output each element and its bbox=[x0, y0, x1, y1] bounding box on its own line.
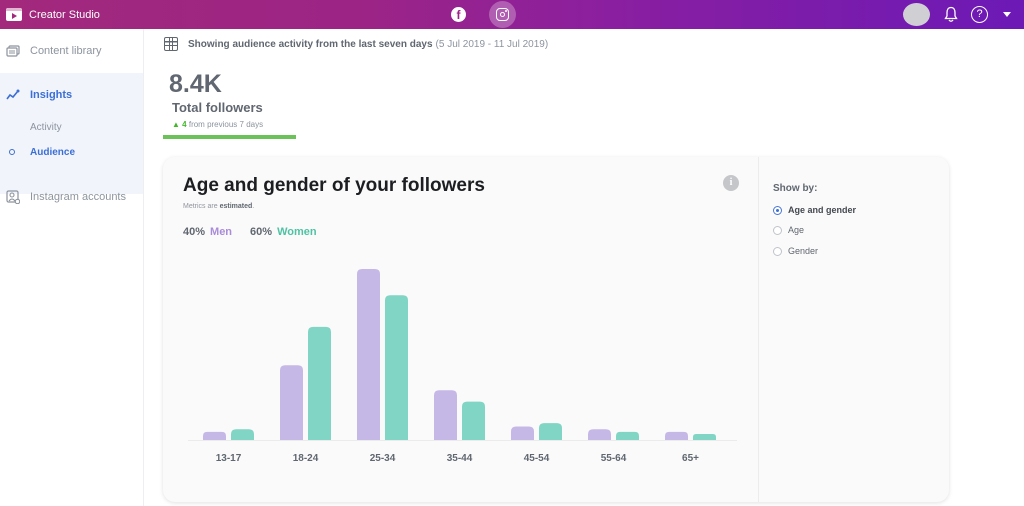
age-gender-card: Age and gender of your followers Metrics… bbox=[163, 157, 949, 502]
x-tick-label: 18-24 bbox=[293, 453, 319, 464]
bar-women-35-44[interactable] bbox=[462, 401, 485, 440]
bar-women-25-34[interactable] bbox=[385, 295, 408, 440]
followers-delta: ▲ 4 from previous 7 days bbox=[172, 120, 263, 129]
card-divider bbox=[758, 157, 759, 502]
sidebar: Content library Insights Activity Audien… bbox=[0, 29, 144, 506]
calendar-icon[interactable] bbox=[164, 37, 178, 51]
date-range: (5 Jul 2019 - 11 Jul 2019) bbox=[435, 38, 549, 50]
bar-women-18-24[interactable] bbox=[308, 326, 331, 440]
bar-women-13-17[interactable] bbox=[231, 429, 254, 440]
bar-men-45-54[interactable] bbox=[511, 426, 534, 440]
radio-selected[interactable] bbox=[773, 205, 782, 215]
total-followers-value: 8.4K bbox=[169, 70, 222, 98]
instagram-accounts-icon bbox=[6, 190, 20, 204]
sidebar-item-label: Insights bbox=[30, 89, 73, 101]
help-icon[interactable]: ? bbox=[971, 6, 988, 23]
instagram-icon[interactable] bbox=[489, 1, 516, 28]
bell-icon[interactable] bbox=[943, 6, 959, 23]
sidebar-item-label: Content library bbox=[30, 45, 102, 57]
creator-studio-logo-icon bbox=[6, 8, 22, 21]
sidebar-item-insights[interactable]: Insights bbox=[0, 88, 143, 102]
radio-label: Gender bbox=[788, 246, 819, 256]
caret-down-icon[interactable] bbox=[1003, 12, 1011, 17]
x-tick-label: 35-44 bbox=[447, 453, 473, 464]
x-tick-label: 55-64 bbox=[601, 453, 627, 464]
sidebar-item-label: Instagram accounts bbox=[30, 191, 126, 203]
radio-label: Age bbox=[788, 225, 805, 235]
bar-men-55-64[interactable] bbox=[588, 429, 611, 440]
sidebar-item-audience[interactable]: Audience bbox=[0, 145, 143, 159]
top-bar: Creator Studio f ? bbox=[0, 0, 1024, 29]
show-by-gender[interactable]: Gender bbox=[773, 246, 818, 256]
facebook-icon[interactable]: f bbox=[451, 7, 466, 22]
sidebar-item-content-library[interactable]: Content library bbox=[0, 44, 143, 58]
age-gender-bar-chart: 13-17 18-24 25-34 35-44 45-54 55-64 65+ bbox=[188, 269, 737, 464]
x-tick-label: 25-34 bbox=[370, 453, 396, 464]
bar-women-65+[interactable] bbox=[693, 433, 716, 440]
bar-men-65+[interactable] bbox=[665, 431, 688, 440]
show-by-label: Show by: bbox=[773, 183, 818, 194]
insights-icon bbox=[6, 89, 20, 100]
bar-men-25-34[interactable] bbox=[357, 269, 380, 440]
content-library-icon bbox=[6, 45, 20, 57]
delta-text: from previous 7 days bbox=[188, 120, 264, 129]
radio-label: Age and gender bbox=[788, 205, 857, 215]
sidebar-item-label: Activity bbox=[30, 121, 62, 133]
radio-unselected[interactable] bbox=[773, 225, 782, 235]
sidebar-item-activity[interactable]: Activity bbox=[0, 120, 143, 134]
sidebar-item-instagram-accounts[interactable]: Instagram accounts bbox=[0, 190, 143, 204]
date-description: Showing audience activity from the last … bbox=[188, 38, 433, 50]
arrow-up-icon: ▲ bbox=[172, 120, 180, 129]
show-by-age[interactable]: Age bbox=[773, 225, 804, 235]
x-tick-label: 65+ bbox=[682, 453, 699, 464]
kpi-accent-bar bbox=[163, 135, 296, 139]
bar-men-35-44[interactable] bbox=[434, 390, 457, 440]
date-range-row: Showing audience activity from the last … bbox=[164, 37, 548, 51]
x-tick-label: 45-54 bbox=[524, 453, 550, 464]
avatar[interactable] bbox=[903, 3, 930, 26]
bar-men-18-24[interactable] bbox=[280, 365, 303, 440]
show-by-age-and-gender[interactable]: Age and gender bbox=[773, 205, 856, 215]
x-tick-label: 13-17 bbox=[216, 453, 242, 464]
radio-unselected[interactable] bbox=[773, 246, 782, 256]
app-title: Creator Studio bbox=[29, 8, 100, 21]
total-followers-label: Total followers bbox=[172, 100, 263, 115]
bar-men-13-17[interactable] bbox=[203, 431, 226, 440]
brand[interactable]: Creator Studio bbox=[6, 8, 100, 21]
bar-women-45-54[interactable] bbox=[539, 423, 562, 440]
sidebar-item-label: Audience bbox=[30, 146, 76, 158]
delta-value: 4 bbox=[182, 120, 187, 129]
active-dot-icon bbox=[9, 149, 15, 155]
bar-women-55-64[interactable] bbox=[616, 431, 639, 440]
